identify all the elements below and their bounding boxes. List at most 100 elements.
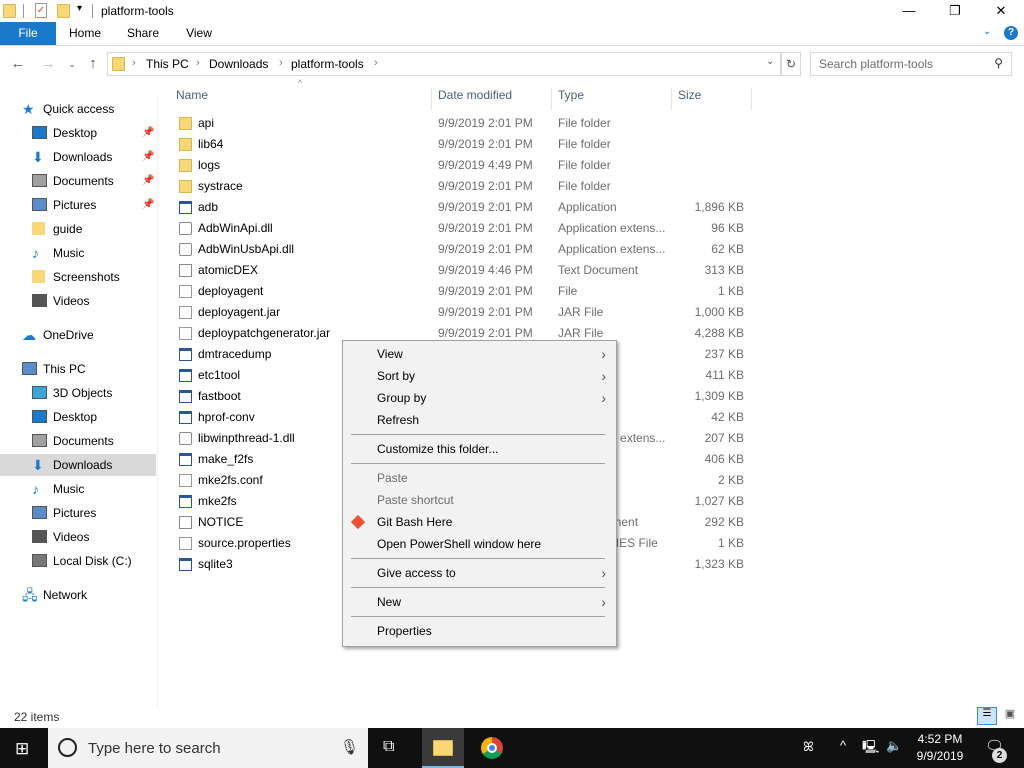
nav-item-local-disk-c[interactable]: Local Disk (C:) <box>0 550 156 572</box>
nav-item-music[interactable]: ♪ Music <box>0 478 156 500</box>
file-row[interactable]: AdbWinUsbApi.dll 9/9/2019 2:01 PM Applicat… <box>170 239 760 260</box>
file-row[interactable]: api 9/9/2019 2:01 PM File folder <box>170 113 760 134</box>
menu-item-paste[interactable]: Paste <box>343 467 616 489</box>
minimize-button[interactable]: — <box>886 0 932 22</box>
file-row[interactable]: systrace 9/9/2019 2:01 PM File folder <box>170 176 760 197</box>
task-view-icon[interactable]: ⧉ <box>383 738 394 756</box>
videos-icon <box>32 294 47 307</box>
file-row[interactable]: deployagent 9/9/2019 2:01 PM File 1 KB <box>170 281 760 302</box>
file-row[interactable]: logs 9/9/2019 4:49 PM File folder <box>170 155 760 176</box>
file-row[interactable]: AdbWinApi.dll 9/9/2019 2:01 PM Application… <box>170 218 760 239</box>
file-row[interactable]: adb 9/9/2019 2:01 PM Application 1,896 KB <box>170 197 760 218</box>
menu-item-git-bash-here[interactable]: Git Bash Here <box>343 511 616 533</box>
application-icon <box>179 201 192 214</box>
column-header-name[interactable]: Name <box>170 88 432 110</box>
back-button[interactable]: ← <box>8 54 28 74</box>
nav-item-3d-objects[interactable]: 3D Objects <box>0 382 156 404</box>
menu-item-give-access-to[interactable]: Give access to › <box>343 562 616 584</box>
folder-icon <box>179 138 192 151</box>
notification-count-badge: 2 <box>992 748 1007 763</box>
menu-item-sort-by[interactable]: Sort by › <box>343 365 616 387</box>
nav-item-label: 3D Objects <box>53 386 113 400</box>
close-button[interactable]: ✕ <box>978 0 1024 22</box>
large-icons-view-button[interactable]: ▣ <box>1000 707 1020 725</box>
nav-item-documents[interactable]: Documents 📌 <box>0 170 156 192</box>
taskbar-search-box[interactable]: Type here to search 🎙 <box>48 728 368 768</box>
menu-item-new[interactable]: New › <box>343 591 616 613</box>
breadcrumb-platform-tools[interactable]: platform-tools <box>291 57 364 71</box>
file-row[interactable]: atomicDEX 9/9/2019 4:46 PM Text Document 31… <box>170 260 760 281</box>
nav-item-screenshots[interactable]: Screenshots <box>0 266 156 288</box>
show-hidden-icons-chevron[interactable]: ^ <box>840 738 846 753</box>
clock-date[interactable]: 9/9/2019 <box>912 749 968 763</box>
file-type: Application extens... <box>558 221 666 235</box>
breadcrumb-this-pc[interactable]: This PC <box>146 57 189 71</box>
tab-file[interactable]: File <box>0 22 56 45</box>
column-header-size[interactable]: Size <box>672 88 752 110</box>
nav-item-videos[interactable]: Videos <box>0 290 156 312</box>
menu-item-customize-this-folder[interactable]: Customize this folder... <box>343 438 616 460</box>
file-explorer-taskbar-button[interactable] <box>422 728 464 768</box>
menu-item-label: Sort by <box>377 369 416 383</box>
file-name: mke2fs.conf <box>198 473 263 487</box>
up-button[interactable]: ↑ <box>83 54 103 74</box>
people-icon[interactable]: ꕤ <box>803 739 814 755</box>
tab-home[interactable]: Home <box>60 22 110 45</box>
nav-item-documents[interactable]: Documents <box>0 430 156 452</box>
tab-view[interactable]: View <box>176 22 222 45</box>
menu-item-view[interactable]: View › <box>343 343 616 365</box>
menu-item-refresh[interactable]: Refresh <box>343 409 616 431</box>
clock-time[interactable]: 4:52 PM <box>912 732 968 746</box>
nav-item-downloads[interactable]: ⬇ Downloads <box>0 454 156 476</box>
nav-item-guide[interactable]: guide <box>0 218 156 240</box>
nav-item-music[interactable]: ♪ Music <box>0 242 156 264</box>
recent-locations-button[interactable]: ⌄ <box>62 54 82 74</box>
menu-item-open-powershell-window-here[interactable]: Open PowerShell window here <box>343 533 616 555</box>
column-header-type[interactable]: Type <box>552 88 672 110</box>
pin-icon[interactable]: 📌 <box>142 170 154 192</box>
nav-item-pictures[interactable]: Pictures 📌 <box>0 194 156 216</box>
menu-item-group-by[interactable]: Group by › <box>343 387 616 409</box>
new-folder-icon[interactable] <box>57 4 70 18</box>
nav-item-videos[interactable]: Videos <box>0 526 156 548</box>
column-header-date[interactable]: Date modified <box>432 88 552 110</box>
nav-item-pictures[interactable]: Pictures <box>0 502 156 524</box>
forward-button[interactable]: → <box>38 54 58 74</box>
tab-share[interactable]: Share <box>118 22 168 45</box>
file-date: 9/9/2019 2:01 PM <box>438 200 533 214</box>
nav-item-this-pc[interactable]: This PC <box>0 358 156 380</box>
file-row[interactable]: lib64 9/9/2019 2:01 PM File folder <box>170 134 760 155</box>
address-dropdown-icon[interactable]: ⌄ <box>766 56 774 67</box>
nav-item-desktop[interactable]: Desktop 📌 <box>0 122 156 144</box>
volume-icon[interactable]: 🔈 <box>886 738 902 754</box>
menu-item-properties[interactable]: Properties <box>343 620 616 642</box>
nav-item-downloads[interactable]: ⬇ Downloads 📌 <box>0 146 156 168</box>
nav-item-network[interactable]: 🖧 Network <box>0 584 156 606</box>
nav-item-label: Desktop <box>53 410 98 424</box>
microphone-icon[interactable]: 🎙 <box>340 738 359 756</box>
search-input[interactable]: Search platform-tools ⚲ <box>810 52 1012 76</box>
menu-item-paste-shortcut[interactable]: Paste shortcut <box>343 489 616 511</box>
chrome-taskbar-button[interactable] <box>481 737 503 759</box>
breadcrumb-downloads[interactable]: Downloads <box>209 57 268 71</box>
start-windows-icon[interactable]: ⊞ <box>15 739 29 759</box>
address-bar[interactable]: › This PC › Downloads › platform-tools ›… <box>107 52 781 76</box>
details-view-button[interactable]: ☰ <box>977 707 997 725</box>
drive-icon <box>32 554 47 567</box>
nav-item-onedrive[interactable]: ☁ OneDrive <box>0 324 156 346</box>
dll-icon <box>179 222 192 235</box>
submenu-arrow-icon: › <box>601 565 606 581</box>
nav-item-desktop[interactable]: Desktop <box>0 406 156 428</box>
pin-icon[interactable]: 📌 <box>142 146 154 168</box>
customize-toolbar-icon[interactable]: ▾ <box>77 3 82 14</box>
refresh-button[interactable]: ↻ <box>781 52 801 76</box>
help-button[interactable]: ? <box>1004 26 1018 40</box>
file-row[interactable]: deployagent.jar 9/9/2019 2:01 PM JAR File 1… <box>170 302 760 323</box>
pin-icon[interactable]: 📌 <box>142 122 154 144</box>
pin-icon[interactable]: 📌 <box>142 194 154 216</box>
network-icon[interactable]: 🖳 <box>862 738 879 760</box>
properties-icon[interactable]: ✓ <box>35 3 47 18</box>
file-name: NOTICE <box>198 515 244 529</box>
maximize-button[interactable]: ❐ <box>932 0 978 22</box>
nav-item-quick-access[interactable]: ★ Quick access <box>0 98 156 120</box>
